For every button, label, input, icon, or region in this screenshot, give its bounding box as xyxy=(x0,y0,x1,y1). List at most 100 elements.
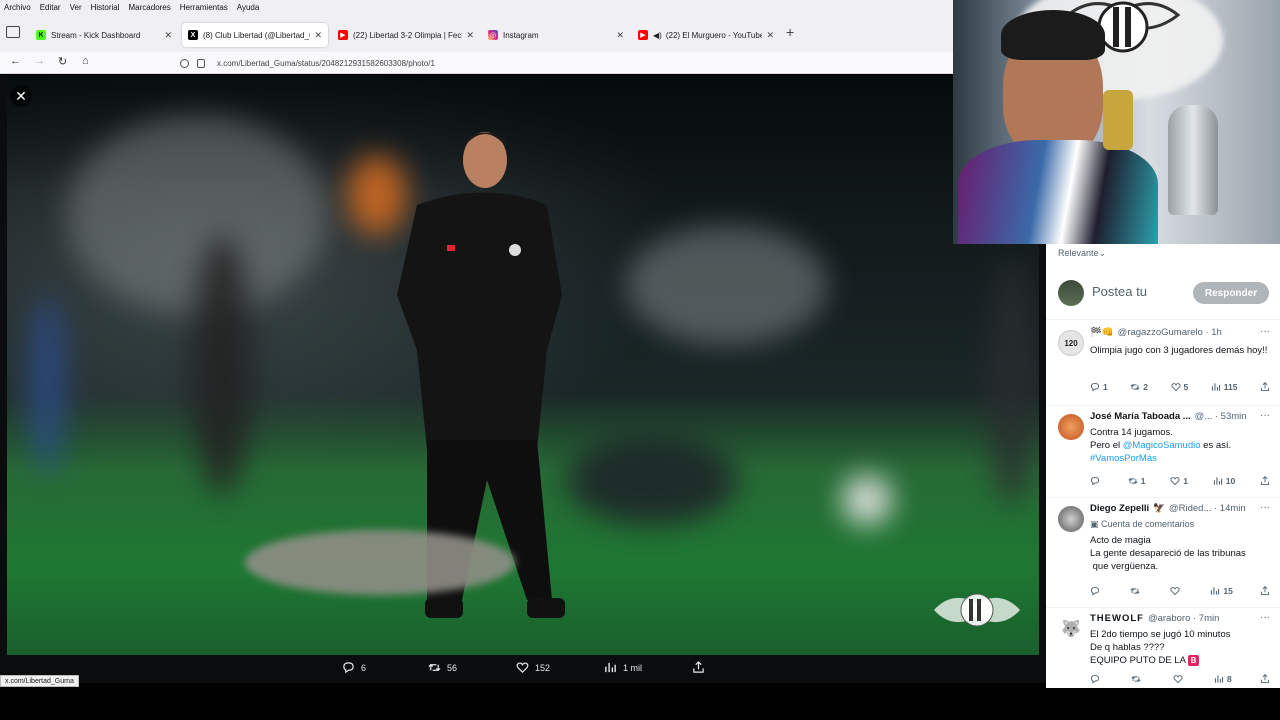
menu-archivo[interactable]: Archivo xyxy=(4,3,31,12)
tab-instagram[interactable]: ◎ Instagram ✕ xyxy=(482,23,630,47)
url-text[interactable]: x.com/Libertad_Guma/status/2048212931582… xyxy=(217,59,435,68)
like-action[interactable]: 5 xyxy=(1170,382,1188,392)
more-options-icon[interactable]: ··· xyxy=(1260,410,1270,421)
lock-icon[interactable] xyxy=(197,58,205,68)
reply-item[interactable]: 120 🏁👊 @ragazzoGumarelo · 1h ··· Olimpia… xyxy=(1046,322,1280,406)
mention-link[interactable]: @MagicoSamudio xyxy=(1123,440,1201,451)
tab-el-murguero[interactable]: ▶ ◀) (22) El Murguero - YouTube ✕ xyxy=(632,23,780,47)
menu-editar[interactable]: Editar xyxy=(40,3,61,12)
repost-action[interactable] xyxy=(1130,586,1143,596)
youtube-icon: ▶ xyxy=(338,30,348,40)
close-icon[interactable]: ✕ xyxy=(616,30,624,41)
repost-action[interactable]: 1 xyxy=(1128,476,1146,486)
repost-action[interactable]: 2 xyxy=(1130,382,1148,392)
views-action[interactable]: 10 xyxy=(1213,476,1235,486)
close-icon[interactable]: ✕ xyxy=(164,30,172,41)
menu-historial[interactable]: Historial xyxy=(91,3,120,12)
reply-line: EQUIPO PUTO DE LA B xyxy=(1090,654,1274,667)
trophy xyxy=(1168,105,1218,215)
like-action[interactable]: 1 xyxy=(1170,476,1188,486)
reply-header: Diego Zepelli 🦅 @Rided... · 14min xyxy=(1090,503,1270,514)
tab-kick-dashboard[interactable]: K Stream - Kick Dashboard ✕ xyxy=(30,23,178,47)
streamer-jersey xyxy=(958,140,1158,244)
player-blur-right xyxy=(987,255,1037,505)
share-action[interactable] xyxy=(692,661,705,674)
reply-handle[interactable]: @Rided... · 14min xyxy=(1169,503,1246,514)
more-options-icon[interactable]: ··· xyxy=(1260,326,1270,337)
reply-handle[interactable]: @ragazzoGumarelo · 1h xyxy=(1118,327,1222,338)
home-icon[interactable]: ⌂ xyxy=(82,55,89,67)
repost-action[interactable]: 56 xyxy=(428,661,457,674)
speaker-icon[interactable]: ◀) xyxy=(653,31,662,40)
hashtag-link[interactable]: #VamosPorMás xyxy=(1090,452,1274,465)
close-icon[interactable]: ✕ xyxy=(10,85,32,107)
reply-author[interactable]: THEWOLF xyxy=(1090,613,1144,624)
menu-herramientas[interactable]: Herramientas xyxy=(180,3,228,12)
url-bar[interactable]: x.com/Libertad_Guma/status/2048212931582… xyxy=(180,54,945,72)
more-options-icon[interactable]: ··· xyxy=(1260,502,1270,513)
avatar xyxy=(1058,414,1084,440)
tab-libertad-olimpia[interactable]: ▶ (22) Libertad 3-2 Olimpia | Fech ✕ xyxy=(332,23,480,47)
reply-author[interactable]: José María Taboada ... xyxy=(1090,411,1191,422)
like-action[interactable] xyxy=(1173,674,1186,684)
reply-input[interactable]: Postea tu xyxy=(1092,284,1147,299)
share-icon[interactable] xyxy=(1260,674,1270,684)
sort-dropdown[interactable]: Relevante⌄ xyxy=(1058,248,1106,259)
reply-button[interactable]: Responder xyxy=(1193,282,1269,304)
reply-action[interactable] xyxy=(1090,586,1103,596)
photo-viewer: ✕ 6 56 152 1 mil xyxy=(0,75,1046,683)
reload-icon[interactable]: ↻ xyxy=(58,55,67,68)
views-action[interactable]: 115 xyxy=(1211,382,1237,392)
wolf-avatar: 🐺 xyxy=(1058,616,1084,642)
reply-handle[interactable]: @... · 53min xyxy=(1195,411,1247,422)
like-action[interactable] xyxy=(1170,586,1183,596)
share-icon[interactable] xyxy=(1260,586,1270,596)
close-icon[interactable]: ✕ xyxy=(466,30,474,41)
reply-line: Pero el @MagicoSamudio es así. xyxy=(1090,439,1274,452)
flag-emoji-icon: 🏁👊 xyxy=(1090,327,1114,338)
share-icon[interactable] xyxy=(1260,382,1270,392)
club-libertad-logo xyxy=(934,593,1020,627)
tab-club-libertad[interactable]: X (8) Club Libertad (@Libertad_Gu ✕ xyxy=(182,23,328,47)
trophy-gold xyxy=(1103,90,1133,150)
sort-label: Relevante xyxy=(1058,248,1099,258)
avatar xyxy=(1058,280,1084,306)
more-options-icon[interactable]: ··· xyxy=(1260,612,1270,623)
forward-icon[interactable]: → xyxy=(34,55,45,67)
views-action[interactable]: 8 xyxy=(1214,674,1232,684)
menu-ayuda[interactable]: Ayuda xyxy=(237,3,260,12)
reply-action[interactable] xyxy=(1090,476,1103,486)
new-tab-button[interactable]: + xyxy=(786,24,794,40)
bottom-letterbox xyxy=(0,688,1280,720)
reply-handle[interactable]: @araboro · 7min xyxy=(1148,613,1219,624)
reply-action[interactable] xyxy=(1090,674,1103,684)
menu-ver[interactable]: Ver xyxy=(70,3,82,12)
reply-icon xyxy=(343,662,354,674)
reply-text-suffix: es así. xyxy=(1200,440,1232,451)
tracking-protection-icon[interactable] xyxy=(180,58,189,68)
views-action[interactable]: 15 xyxy=(1210,586,1233,596)
menu-marcadores[interactable]: Marcadores xyxy=(129,3,171,12)
like-action[interactable]: 152 xyxy=(516,661,550,674)
close-icon[interactable]: ✕ xyxy=(314,30,322,41)
reply-item[interactable]: José María Taboada ... @... · 53min ··· … xyxy=(1046,406,1280,498)
views-action[interactable]: 1 mil xyxy=(604,661,642,674)
views-count: 8 xyxy=(1226,674,1232,684)
back-icon[interactable]: ← xyxy=(10,55,21,67)
reply-icon xyxy=(1090,674,1100,684)
reply-text: Acto de magia La gente desapareció de la… xyxy=(1090,534,1274,573)
reply-count: 1 xyxy=(1103,382,1108,392)
reply-action[interactable]: 6 xyxy=(342,661,366,674)
menu-bar: Archivo Editar Ver Historial Marcadores … xyxy=(0,0,953,14)
share-icon[interactable] xyxy=(1260,476,1270,486)
reply-item[interactable]: Diego Zepelli 🦅 @Rided... · 14min ··· ▣ … xyxy=(1046,498,1280,608)
tab-list-icon[interactable] xyxy=(6,26,20,38)
reply-action[interactable]: 1 xyxy=(1090,382,1108,392)
reply-item[interactable]: 🐺 THEWOLF @araboro · 7min ··· El 2do tie… xyxy=(1046,608,1280,688)
reply-author[interactable]: Diego Zepelli xyxy=(1090,503,1149,514)
reply-line-text: EQUIPO PUTO DE LA xyxy=(1090,655,1186,666)
webcam-overlay xyxy=(953,0,1280,244)
avatar xyxy=(1058,506,1084,532)
close-icon[interactable]: ✕ xyxy=(766,30,774,41)
repost-action[interactable] xyxy=(1131,674,1144,684)
